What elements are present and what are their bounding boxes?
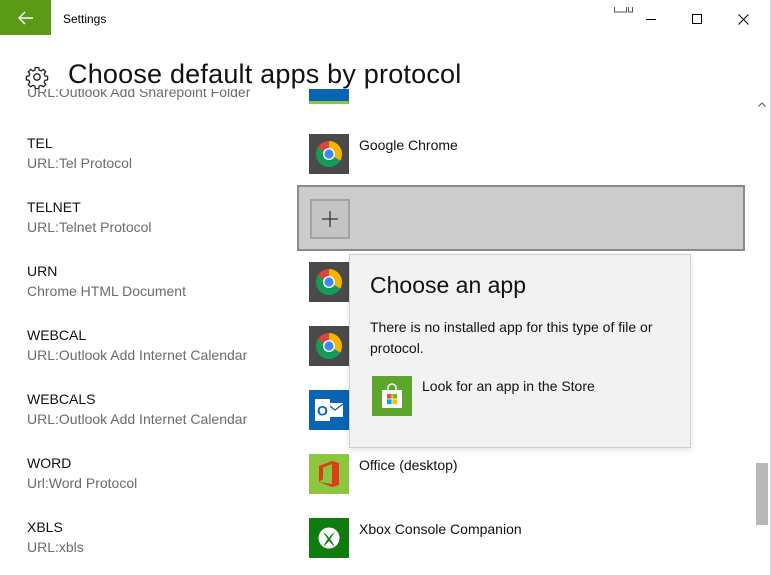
settings-window: Settings Choose default apps by protocol…	[0, 0, 771, 575]
protocol-description: URL:Outlook Add Internet Calendar	[27, 411, 248, 427]
protocol-name: WEBCAL	[27, 327, 87, 343]
protocol-name: XBLS	[27, 519, 63, 535]
chrome-icon	[315, 141, 343, 168]
default-app-tile-webcals[interactable]: O	[309, 390, 349, 430]
chrome-icon	[315, 269, 343, 296]
store-link[interactable]: Look for an app in the Store	[422, 378, 595, 394]
default-app-tile-urn[interactable]	[309, 262, 349, 302]
flyout-title: Choose an app	[370, 272, 527, 298]
xbox-icon	[318, 527, 340, 549]
svg-text:O: O	[317, 403, 328, 419]
default-app-name[interactable]: Xbox Console Companion	[359, 521, 522, 537]
protocol-description: URL:Outlook Add Sharepoint Folder	[27, 89, 251, 100]
default-app-tile-tel[interactable]	[309, 134, 349, 174]
default-app-tile-word[interactable]	[309, 454, 349, 494]
choose-app-flyout: Choose an app There is no installed app …	[349, 254, 691, 448]
protocol-name: WORD	[27, 455, 72, 471]
protocol-name: WEBCALS	[27, 391, 96, 407]
protocol-name: TELNET	[27, 199, 81, 215]
protocol-description: URL:Outlook Add Internet Calendar	[27, 347, 248, 363]
add-app-tile[interactable]	[310, 199, 350, 239]
scroll-up-button[interactable]	[755, 95, 769, 113]
default-app-tile-webcal[interactable]	[309, 326, 349, 366]
flyout-message: There is no installed app for this type …	[370, 319, 653, 356]
store-icon	[382, 383, 402, 408]
chevron-up-icon	[758, 101, 766, 107]
chrome-icon	[315, 333, 343, 360]
plus-icon	[322, 211, 338, 227]
default-app-name[interactable]: Google Chrome	[359, 137, 458, 153]
choose-default-button-telnet[interactable]	[297, 185, 745, 251]
protocol-description: Chrome HTML Document	[27, 283, 186, 299]
protocol-description: URL:xbls	[27, 539, 84, 555]
protocol-name: URN	[27, 263, 58, 279]
protocol-description: Url:Word Protocol	[27, 475, 138, 491]
outlook-icon: O	[315, 399, 344, 421]
default-app-tile-xbls[interactable]	[309, 518, 349, 558]
list-item: URL:Outlook Add Sharepoint Folder	[0, 89, 771, 104]
protocol-description: URL:Tel Protocol	[27, 155, 133, 171]
protocol-description: URL:Telnet Protocol	[27, 219, 152, 235]
store-app-tile[interactable]	[372, 376, 412, 416]
protocol-name: TEL	[27, 135, 53, 151]
office-icon	[319, 461, 339, 487]
scroll-thumb[interactable]	[756, 463, 768, 525]
scrollbar[interactable]	[755, 95, 769, 575]
default-app-name[interactable]: Office (desktop)	[359, 457, 458, 473]
